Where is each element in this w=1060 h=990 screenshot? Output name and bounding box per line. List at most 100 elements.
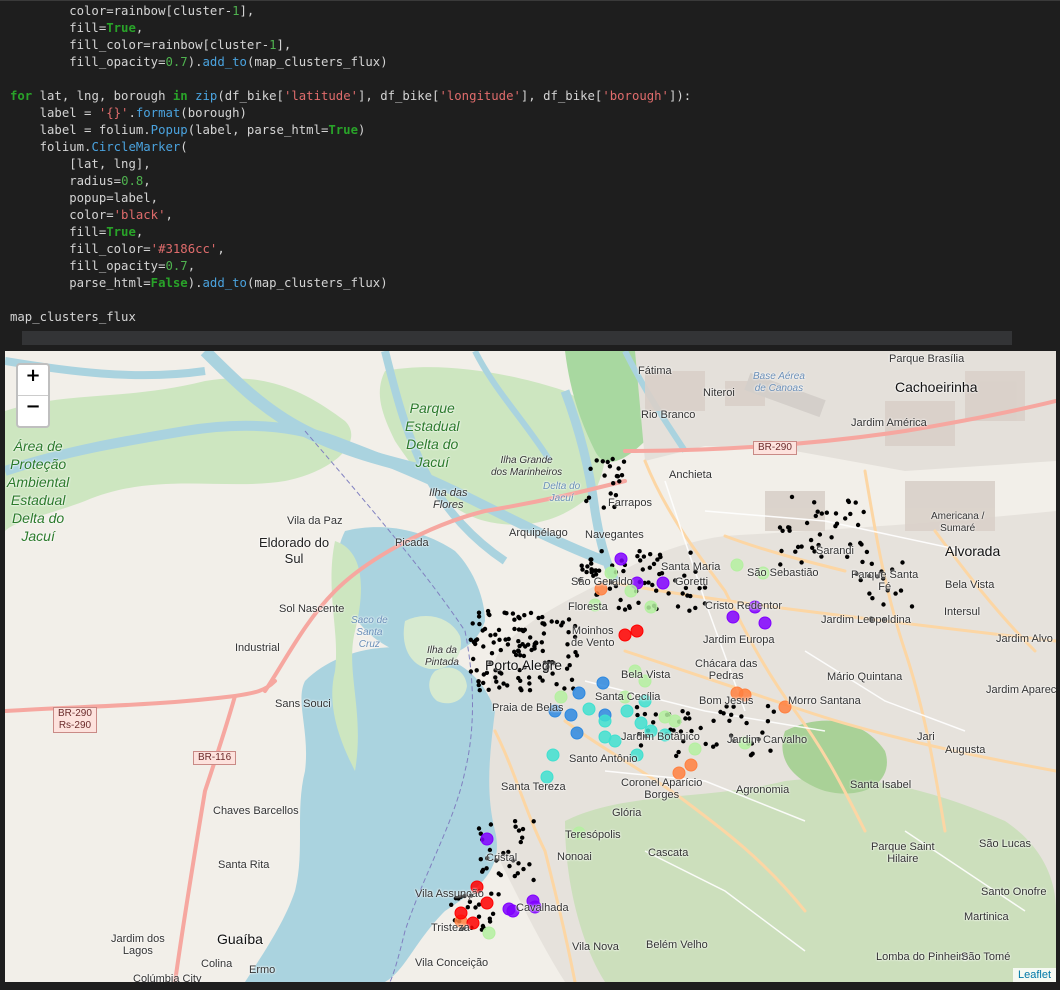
- station-marker[interactable]: [567, 663, 572, 668]
- cluster-marker[interactable]: [634, 716, 648, 730]
- station-marker[interactable]: [648, 552, 653, 557]
- station-marker[interactable]: [693, 605, 698, 611]
- station-marker[interactable]: [676, 749, 681, 755]
- station-marker[interactable]: [537, 675, 543, 680]
- station-marker[interactable]: [687, 608, 692, 613]
- station-marker[interactable]: [505, 642, 511, 647]
- station-marker[interactable]: [635, 554, 640, 559]
- station-marker[interactable]: [869, 561, 874, 566]
- station-marker[interactable]: [465, 905, 470, 910]
- station-marker[interactable]: [562, 686, 567, 691]
- station-marker[interactable]: [655, 557, 660, 562]
- station-marker[interactable]: [819, 511, 824, 516]
- station-marker[interactable]: [541, 631, 547, 636]
- station-marker[interactable]: [834, 521, 840, 526]
- station-marker[interactable]: [607, 464, 613, 469]
- station-marker[interactable]: [638, 558, 643, 563]
- station-marker[interactable]: [540, 648, 545, 654]
- station-marker[interactable]: [493, 632, 498, 637]
- station-marker[interactable]: [496, 627, 502, 633]
- station-marker[interactable]: [498, 872, 503, 878]
- station-marker[interactable]: [688, 550, 693, 555]
- station-marker[interactable]: [516, 614, 521, 620]
- station-marker[interactable]: [522, 613, 527, 618]
- station-marker[interactable]: [507, 863, 512, 869]
- station-marker[interactable]: [744, 720, 749, 726]
- station-marker[interactable]: [618, 597, 623, 603]
- station-marker[interactable]: [683, 716, 688, 721]
- station-marker[interactable]: [580, 567, 585, 572]
- station-marker[interactable]: [476, 610, 482, 615]
- station-marker[interactable]: [523, 644, 528, 649]
- station-marker[interactable]: [489, 651, 495, 656]
- station-marker[interactable]: [846, 499, 852, 505]
- station-marker[interactable]: [589, 561, 594, 566]
- station-marker[interactable]: [622, 607, 628, 612]
- station-marker[interactable]: [497, 685, 502, 690]
- station-marker[interactable]: [503, 637, 508, 642]
- station-marker[interactable]: [638, 743, 644, 748]
- station-marker[interactable]: [488, 822, 494, 827]
- station-marker[interactable]: [490, 911, 496, 916]
- cluster-marker[interactable]: [630, 624, 644, 638]
- station-marker[interactable]: [554, 682, 559, 687]
- station-marker[interactable]: [602, 473, 607, 478]
- station-marker[interactable]: [617, 479, 622, 484]
- station-marker[interactable]: [518, 678, 523, 683]
- station-marker[interactable]: [542, 622, 547, 627]
- station-marker[interactable]: [470, 621, 475, 626]
- cluster-marker[interactable]: [546, 748, 560, 762]
- station-marker[interactable]: [861, 509, 866, 515]
- station-marker[interactable]: [482, 626, 488, 632]
- station-marker[interactable]: [527, 681, 532, 686]
- leaflet-attribution-link[interactable]: Leaflet: [1012, 968, 1056, 982]
- station-marker[interactable]: [721, 711, 726, 716]
- station-marker[interactable]: [596, 568, 602, 573]
- station-marker[interactable]: [566, 617, 572, 622]
- station-marker[interactable]: [486, 687, 491, 692]
- zoom-out-button[interactable]: −: [18, 396, 48, 426]
- station-marker[interactable]: [533, 640, 539, 645]
- station-marker[interactable]: [512, 626, 517, 632]
- station-marker[interactable]: [804, 520, 810, 526]
- station-marker[interactable]: [485, 608, 491, 614]
- station-marker[interactable]: [833, 511, 839, 516]
- station-marker[interactable]: [799, 560, 804, 565]
- cluster-marker[interactable]: [688, 742, 702, 756]
- station-marker[interactable]: [855, 522, 861, 528]
- station-marker[interactable]: [579, 563, 584, 568]
- station-marker[interactable]: [513, 824, 518, 829]
- station-marker[interactable]: [909, 604, 915, 609]
- station-marker[interactable]: [528, 610, 534, 616]
- station-marker[interactable]: [616, 466, 621, 471]
- station-marker[interactable]: [592, 568, 597, 573]
- station-marker[interactable]: [565, 642, 570, 647]
- station-marker[interactable]: [566, 654, 571, 659]
- station-marker[interactable]: [698, 725, 703, 731]
- station-marker[interactable]: [493, 675, 498, 680]
- station-marker[interactable]: [527, 688, 533, 693]
- station-marker[interactable]: [516, 828, 522, 833]
- station-marker[interactable]: [512, 617, 517, 622]
- zoom-in-button[interactable]: +: [18, 365, 48, 396]
- station-marker[interactable]: [610, 456, 615, 462]
- code-cell[interactable]: color=rainbow[cluster-1], fill=True, fil…: [0, 0, 1060, 347]
- station-marker[interactable]: [526, 675, 532, 680]
- station-marker[interactable]: [711, 718, 716, 723]
- station-marker[interactable]: [501, 681, 506, 686]
- cluster-marker[interactable]: [582, 702, 596, 716]
- station-marker[interactable]: [900, 560, 905, 565]
- station-marker[interactable]: [584, 569, 589, 575]
- station-marker[interactable]: [476, 914, 482, 919]
- station-marker[interactable]: [640, 567, 645, 572]
- cluster-marker[interactable]: [570, 726, 584, 740]
- station-marker[interactable]: [739, 714, 744, 719]
- cluster-marker[interactable]: [598, 730, 612, 744]
- station-marker[interactable]: [768, 748, 773, 753]
- leaflet-map[interactable]: Parque Brasília Fátima Niteroi Base Aére…: [5, 351, 1056, 982]
- cluster-marker[interactable]: [598, 714, 612, 728]
- station-marker[interactable]: [789, 494, 795, 500]
- station-marker[interactable]: [687, 716, 692, 721]
- station-marker[interactable]: [481, 680, 486, 686]
- cluster-marker[interactable]: [572, 686, 586, 700]
